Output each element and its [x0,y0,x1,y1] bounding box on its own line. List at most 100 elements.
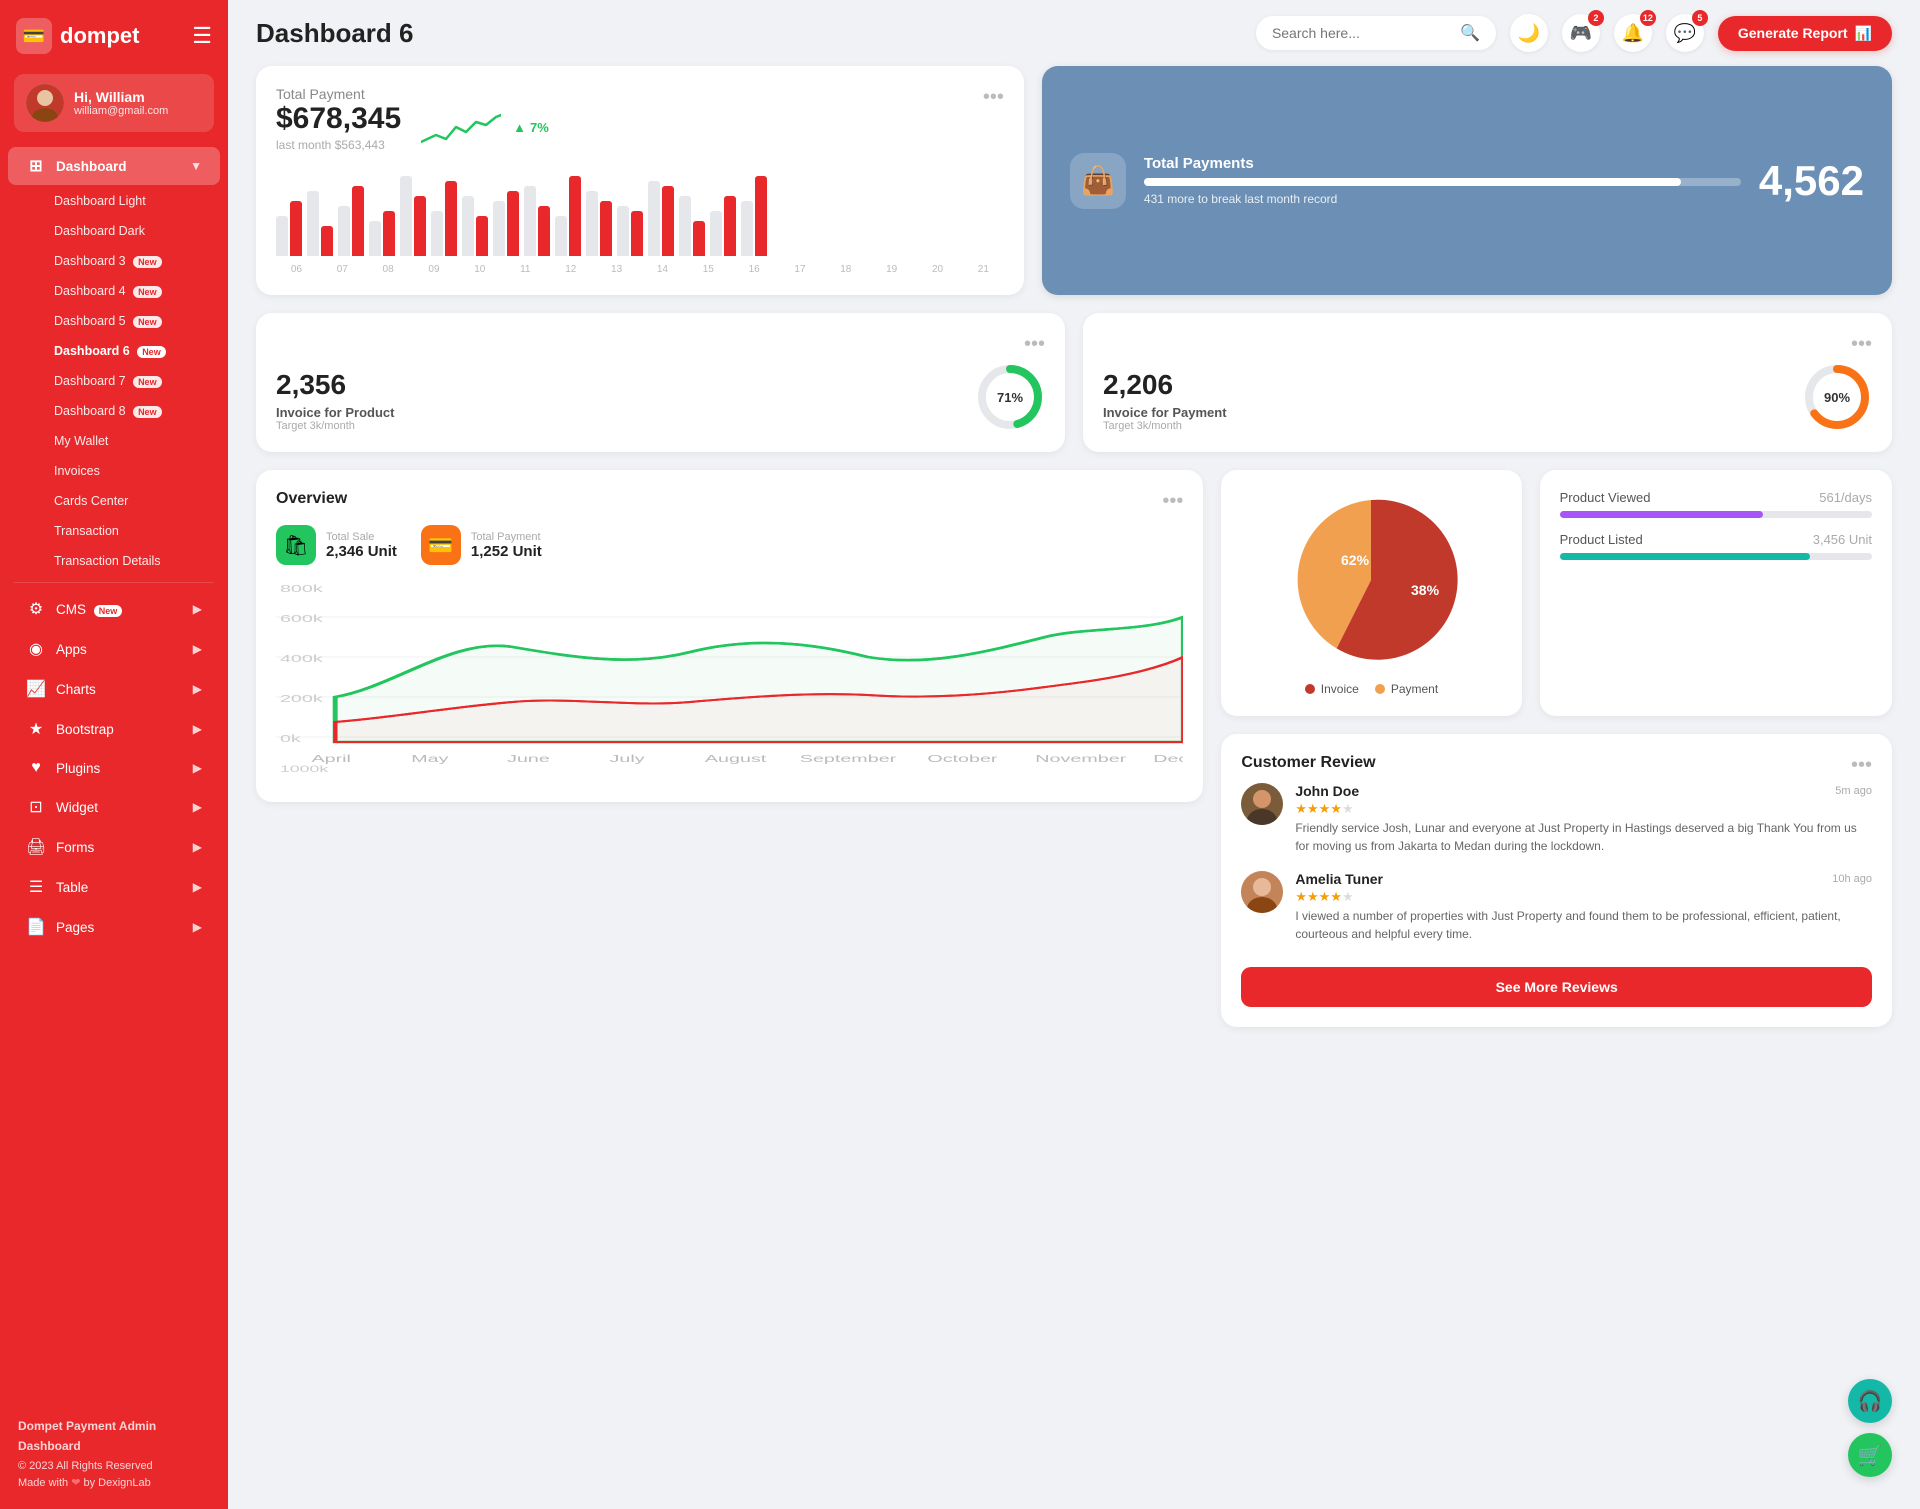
sidebar-item-dashboard-3[interactable]: Dashboard 3 New [8,247,220,275]
banner-progress-bar [1144,178,1741,186]
payment-bar-chart [276,166,1004,256]
games-badge: 2 [1588,10,1604,26]
total-payment-icon: 💳 [421,525,461,565]
user-name: Hi, William [74,89,168,105]
table-icon: ☰ [26,877,46,897]
invoice-payment-card: ••• 2,206 Invoice for Payment Target 3k/… [1083,313,1892,452]
sidebar-item-apps[interactable]: ◉ Apps ▶ [8,630,220,668]
total-payment-title: Total Payment [276,86,549,102]
forms-icon: 🖨 [26,837,46,857]
trend-arrow-icon: ▲ [513,120,526,135]
reviewer-avatar-2 [1241,871,1283,913]
sidebar-item-transaction-details[interactable]: Transaction Details [8,547,220,575]
games-btn[interactable]: 🎮 2 [1562,14,1600,52]
banner-title: Total Payments [1144,155,1741,172]
bell-icon: 🔔 [1622,23,1644,44]
total-sale-stat: 🛍 Total Sale 2,346 Unit [276,525,397,565]
svg-text:62%: 62% [1341,552,1370,568]
search-input[interactable] [1272,25,1452,41]
review-text-2: I viewed a number of properties with Jus… [1295,907,1872,943]
pie-chart-svg: 38% 62% [1281,490,1461,670]
sidebar-item-dashboard-8[interactable]: Dashboard 8 New [8,397,220,425]
user-profile[interactable]: Hi, William william@gmail.com [14,74,214,132]
trend-pct: 7% [530,120,549,135]
more-options-icon[interactable]: ••• [1024,333,1045,356]
sidebar-item-label: Plugins [56,761,100,776]
svg-text:0k: 0k [280,734,301,745]
sidebar-item-transaction[interactable]: Transaction [8,517,220,545]
sidebar-item-plugins[interactable]: ♥ Plugins ▶ [8,750,220,786]
sidebar-logo[interactable]: 💳 dompet [16,18,139,54]
sidebar-item-my-wallet[interactable]: My Wallet [8,427,220,455]
cart-float-btn[interactable]: 🛒 [1848,1433,1892,1477]
sidebar-item-widget[interactable]: ⊡ Widget ▶ [8,788,220,826]
row-1: Total Payment $678,345 last month $563,4… [256,66,1892,295]
sidebar-item-invoices[interactable]: Invoices [8,457,220,485]
legend-payment: Payment [1375,682,1438,696]
bar-chart-icon: 📊 [1855,25,1872,42]
search-icon: 🔍 [1460,23,1480,43]
review-time-2: 10h ago [1832,873,1872,885]
sidebar-header: 💳 dompet ☰ [0,0,228,68]
svg-text:July: July [610,754,645,765]
invoice-product-donut: 71% [975,362,1045,432]
more-options-icon[interactable]: ••• [983,86,1004,109]
invoice-payment-donut: 90% [1802,362,1872,432]
chevron-right-icon: ▶ [193,920,202,934]
support-float-btn[interactable]: 🎧 [1848,1379,1892,1423]
review-time-1: 5m ago [1835,785,1872,797]
overview-card: Overview ••• 🛍 Total Sale 2,346 Unit 💳 [256,470,1203,802]
more-options-icon[interactable]: ••• [1162,490,1183,513]
more-options-icon[interactable]: ••• [1851,333,1872,356]
sidebar-item-bootstrap[interactable]: ★ Bootstrap ▶ [8,710,220,748]
more-options-icon[interactable]: ••• [1851,754,1872,777]
svg-text:1000k: 1000k [280,764,330,774]
product-listed-stat: Product Listed 3,456 Unit [1560,532,1872,560]
sidebar-item-dashboard-5[interactable]: Dashboard 5 New [8,307,220,335]
sidebar-item-forms[interactable]: 🖨 Forms ▶ [8,828,220,866]
sidebar-item-dashboard-4[interactable]: Dashboard 4 New [8,277,220,305]
messages-btn[interactable]: 💬 5 [1666,14,1704,52]
svg-text:800k: 800k [280,584,323,595]
generate-report-label: Generate Report [1738,25,1848,41]
app-name: dompet [60,23,139,49]
sidebar-item-cards-center[interactable]: Cards Center [8,487,220,515]
sidebar-item-dashboard-6[interactable]: Dashboard 6 New [8,337,220,365]
bootstrap-icon: ★ [26,719,46,739]
sidebar-item-dashboard-dark[interactable]: Dashboard Dark [8,217,220,245]
sidebar-item-cms[interactable]: ⚙ CMS New ▶ [8,590,220,628]
svg-text:600k: 600k [280,614,323,625]
sidebar-item-table[interactable]: ☰ Table ▶ [8,868,220,906]
cms-icon: ⚙ [26,599,46,619]
see-more-reviews-button[interactable]: See More Reviews [1241,967,1872,1007]
sidebar-item-pages[interactable]: 📄 Pages ▶ [8,908,220,946]
review-item-1: John Doe 5m ago ★★★★★ Friendly service J… [1241,783,1872,855]
pages-icon: 📄 [26,917,46,937]
customer-review-card: Customer Review ••• [1221,734,1892,1027]
generate-report-button[interactable]: Generate Report 📊 [1718,16,1892,51]
headset-icon: 🎧 [1858,1389,1883,1414]
product-viewed-fill [1560,511,1763,518]
svg-text:Dec.: Dec. [1153,754,1183,765]
footer-title: Dompet Payment Admin Dashboard [18,1417,210,1455]
right-column: 38% 62% Invoice Payment [1221,470,1892,1027]
sidebar-item-dashboard-7[interactable]: Dashboard 7 New [8,367,220,395]
notifications-btn[interactable]: 🔔 12 [1614,14,1652,52]
legend-payment-label: Payment [1391,682,1438,696]
payment-amount: $678,345 [276,102,401,136]
user-info: Hi, William william@gmail.com [74,89,168,117]
overview-area-chart: 0k 200k 400k 600k 800k 1000k April May J… [276,577,1183,777]
invoice-product-sub: Target 3k/month [276,420,394,432]
payment-trend: ▲ 7% [513,120,549,135]
payment-dot [1375,684,1385,694]
hamburger-menu[interactable]: ☰ [192,23,212,49]
sidebar-item-label: Bootstrap [56,722,114,737]
sidebar-item-dashboard-light[interactable]: Dashboard Light [8,187,220,215]
theme-toggle-btn[interactable]: 🌙 [1510,14,1548,52]
sidebar-item-dashboard[interactable]: ⊞ Dashboard ▼ [8,147,220,185]
chevron-down-icon: ▼ [190,159,202,173]
review-text-1: Friendly service Josh, Lunar and everyon… [1295,819,1872,855]
total-payment-stat: 💳 Total Payment 1,252 Unit [421,525,542,565]
search-bar[interactable]: 🔍 [1256,16,1496,50]
sidebar-item-charts[interactable]: 📈 Charts ▶ [8,670,220,708]
